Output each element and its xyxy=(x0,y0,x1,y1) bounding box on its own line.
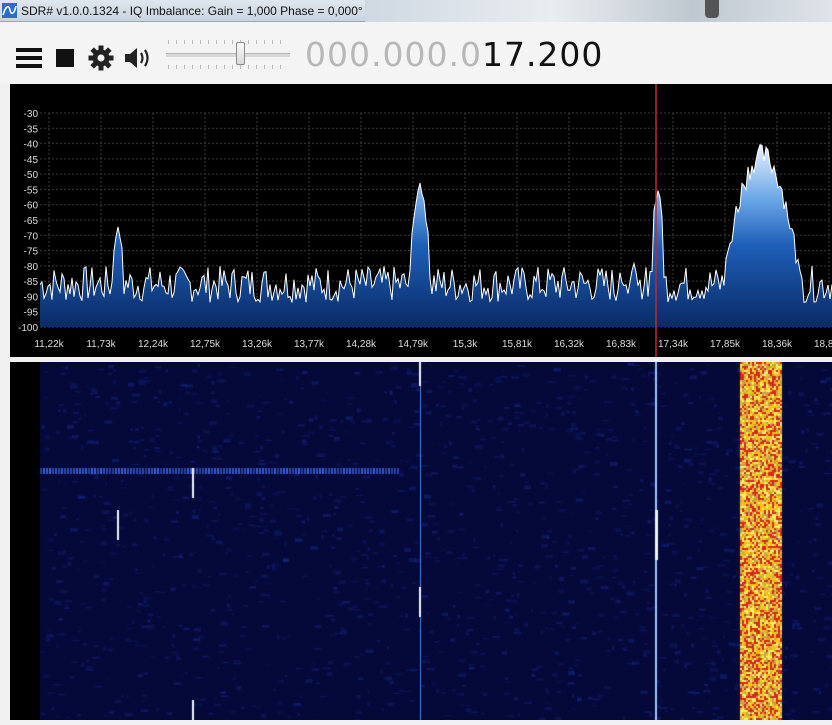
x-tick-label: 16,32k xyxy=(554,339,585,350)
x-tick-label: 16,83k xyxy=(606,339,637,350)
volume-slider[interactable] xyxy=(166,40,290,70)
title-bar-background xyxy=(365,0,832,22)
y-tick-label: -85 xyxy=(24,277,39,288)
x-tick-label: 14,28k xyxy=(346,339,377,350)
volume-slider-ticks-top xyxy=(168,40,288,44)
y-tick-label: -40 xyxy=(24,140,39,151)
speaker-icon[interactable] xyxy=(124,46,152,70)
spectrum-analyzer[interactable]: -30 -35 -40 -45 -50 -55 -60 -65 -70 -75 -80 -85 -90 -… xyxy=(10,84,832,357)
x-tick-label: 15,81k xyxy=(502,339,533,350)
y-tick-label: -35 xyxy=(24,124,39,135)
frequency-display[interactable]: 000.000.017.200 xyxy=(305,36,603,74)
y-tick-label: -95 xyxy=(24,308,39,319)
frequency-leading-digits[interactable]: 000.000.0 xyxy=(305,35,482,74)
frequency-active-digits[interactable]: 17.200 xyxy=(482,35,603,74)
stop-icon[interactable] xyxy=(56,49,74,67)
waterfall-display[interactable] xyxy=(10,362,832,720)
y-tick-label: -90 xyxy=(24,292,39,303)
x-tick-label: 15,3k xyxy=(453,339,478,350)
y-tick-label: -100 xyxy=(18,323,38,334)
x-tick-label: 13,77k xyxy=(294,339,325,350)
y-tick-label: -75 xyxy=(24,247,39,258)
y-tick-label: -70 xyxy=(24,231,39,242)
y-tick-label: -60 xyxy=(24,201,39,212)
x-tick-label: 17,85k xyxy=(710,339,741,350)
waterfall-canvas[interactable] xyxy=(10,362,832,720)
spectrum-plot[interactable]: -30 -35 -40 -45 -50 -55 -60 -65 -70 -75 -80 -85 -90 -… xyxy=(10,84,832,357)
x-tick-label: 12,24k xyxy=(138,339,169,350)
y-tick-label: -45 xyxy=(24,155,39,166)
title-bar: SDR# v1.0.0.1324 - IQ Imbalance: Gain = … xyxy=(0,0,832,22)
hamburger-menu-icon[interactable] xyxy=(16,47,42,69)
x-tick-label: 11,22k xyxy=(34,339,64,350)
volume-slider-track xyxy=(166,53,290,57)
window-left-edge xyxy=(0,0,10,725)
gear-icon[interactable] xyxy=(88,45,114,71)
spectrum-trace xyxy=(39,144,832,304)
y-tick-label: -30 xyxy=(24,109,39,120)
sdrsharp-logo-icon xyxy=(2,3,17,18)
x-tick-label: 17,34k xyxy=(658,339,689,350)
x-tick-label: 13,26k xyxy=(242,339,273,350)
x-tick-label: 18,36k xyxy=(762,339,793,350)
y-tick-label: -50 xyxy=(24,170,39,181)
window-title: SDR# v1.0.0.1324 - IQ Imbalance: Gain = … xyxy=(21,4,363,18)
x-tick-label: 11,73k xyxy=(86,339,116,350)
x-tick-label: 14,79k xyxy=(398,339,429,350)
x-tick-label: 18,87k xyxy=(814,339,832,350)
x-tick-label: 12,75k xyxy=(190,339,221,350)
volume-slider-thumb[interactable] xyxy=(235,42,245,65)
spectrum-fill xyxy=(40,144,832,327)
y-tick-label: -65 xyxy=(24,216,39,227)
y-tick-label: -80 xyxy=(24,262,39,273)
volume-slider-ticks xyxy=(168,65,288,69)
y-tick-label: -55 xyxy=(24,185,39,196)
